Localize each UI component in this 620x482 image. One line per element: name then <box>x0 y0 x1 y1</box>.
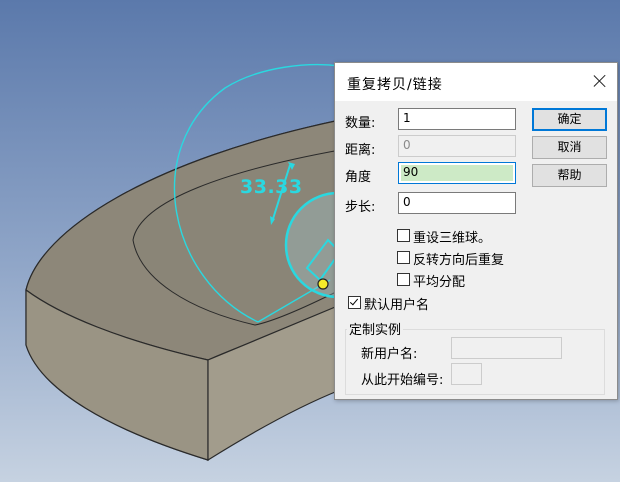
distance-value: 0 <box>403 138 411 152</box>
repeat-copy-dialog: 重复拷贝/链接 数量: 1 距离: 0 角度 90 步长: 0 确定 取消 帮助… <box>334 62 618 400</box>
reverse-repeat-box[interactable] <box>397 251 410 264</box>
ok-button[interactable]: 确定 <box>532 108 607 131</box>
even-distribute-box[interactable] <box>397 273 410 286</box>
dialog-title: 重复拷贝/链接 <box>347 77 443 93</box>
angle-input[interactable]: 90 <box>398 162 516 184</box>
dimension-label[interactable]: 33.33 <box>240 176 303 198</box>
step-label: 步长: <box>345 200 376 215</box>
ball-center-point[interactable] <box>317 278 329 290</box>
reset-ball-label: 重设三维球。 <box>413 231 492 246</box>
new-user-name-label: 新用户名: <box>361 347 418 362</box>
step-input[interactable]: 0 <box>398 192 516 214</box>
default-user-name-label: 默认用户名 <box>364 298 430 313</box>
count-label: 数量: <box>345 116 376 131</box>
close-icon[interactable] <box>591 72 609 90</box>
group-legend: 定制实例 <box>347 319 404 338</box>
help-button[interactable]: 帮助 <box>532 164 607 187</box>
even-distribute-label: 平均分配 <box>413 275 466 290</box>
reset-ball-box[interactable] <box>397 229 410 242</box>
angle-value: 90 <box>403 165 419 179</box>
custom-instance-group: 定制实例 新用户名: 从此开始编号: <box>345 319 605 395</box>
start-number-label: 从此开始编号: <box>361 373 444 388</box>
count-value: 1 <box>403 111 411 125</box>
default-user-name-box[interactable] <box>348 296 361 309</box>
step-value: 0 <box>403 195 411 209</box>
count-input[interactable]: 1 <box>398 108 516 130</box>
angle-label: 角度 <box>345 170 372 185</box>
reverse-repeat-label: 反转方向后重复 <box>413 253 505 268</box>
new-user-name-input <box>451 337 562 359</box>
distance-label: 距离: <box>345 143 376 158</box>
dialog-titlebar[interactable]: 重复拷贝/链接 <box>335 63 617 101</box>
start-number-input <box>451 363 482 385</box>
cancel-button[interactable]: 取消 <box>532 136 607 159</box>
distance-input: 0 <box>398 135 516 157</box>
